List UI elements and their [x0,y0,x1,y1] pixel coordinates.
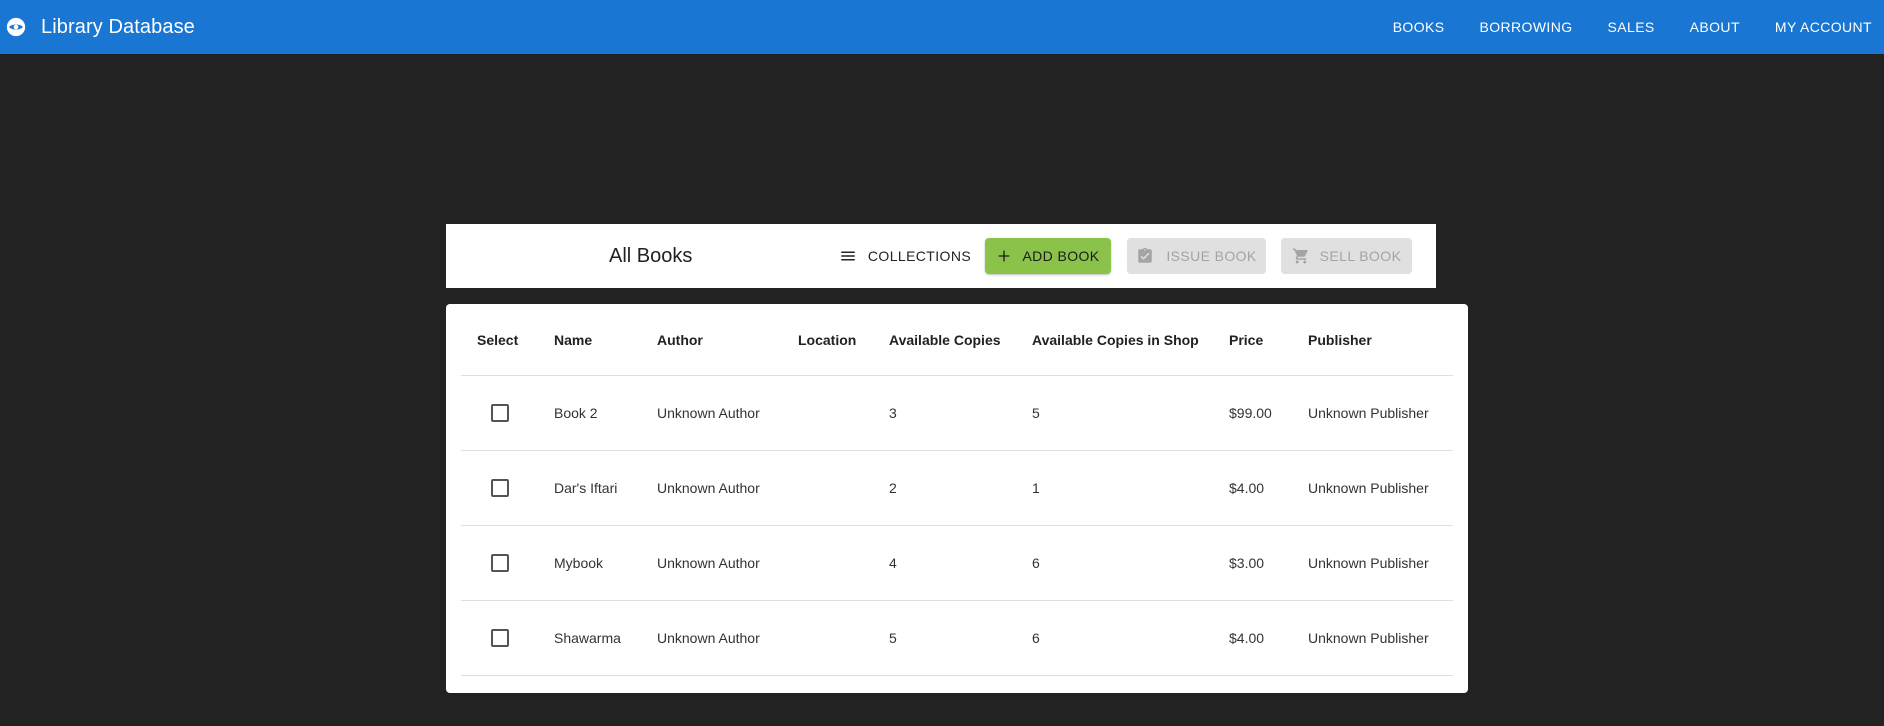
nav-about[interactable]: ABOUT [1690,19,1740,35]
row-select-cell [491,601,509,675]
nav-books[interactable]: BOOKS [1393,19,1445,35]
book-publisher: Unknown Publisher [1308,405,1429,421]
app-bar: Library Database BOOKS BORROWING SALES A… [0,0,1884,54]
header-select: Select [477,331,519,348]
row-select-cell [491,526,509,600]
app-title: Library Database [41,15,195,38]
eye-logo-icon [5,16,27,38]
book-publisher: Unknown Publisher [1308,630,1429,646]
table-row[interactable]: Mybook Unknown Author 4 6 $3.00 Unknown … [461,526,1453,601]
book-name: Mybook [554,555,604,571]
top-nav: BOOKS BORROWING SALES ABOUT MY ACCOUNT [1393,0,1884,54]
add-book-button[interactable]: ADD BOOK [985,238,1111,274]
header-price[interactable]: Price [1229,304,1263,375]
cart-icon [1292,247,1310,265]
sell-book-button[interactable]: SELL BOOK [1281,238,1412,274]
add-book-label: ADD BOOK [1022,248,1100,264]
book-shop-copies: 5 [1032,405,1040,421]
books-table: Select Name Author Location Available Co… [446,304,1468,693]
brand[interactable]: Library Database [0,0,195,54]
table-row[interactable]: Shawarma Unknown Author 5 6 $4.00 Unknow… [461,601,1453,676]
table-body: Select Name Author Location Available Co… [461,304,1453,676]
issue-book-button[interactable]: ISSUE BOOK [1127,238,1266,274]
issue-book-label: ISSUE BOOK [1166,248,1257,264]
book-available-copies: 5 [889,630,897,646]
nav-sales[interactable]: SALES [1608,19,1655,35]
book-available-copies: 3 [889,405,897,421]
row-select-cell [491,376,509,450]
clipboard-check-icon [1136,247,1154,265]
book-price: $99.00 [1229,405,1272,421]
book-author: Unknown Author [657,555,760,571]
book-author: Unknown Author [657,630,760,646]
header-available-copies[interactable]: Available Copies [889,304,1001,375]
table-header-row: Select Name Author Location Available Co… [461,304,1453,376]
page-title: All Books [609,245,693,267]
header-name[interactable]: Name [554,304,592,375]
row-checkbox[interactable] [491,629,509,647]
collections-button[interactable]: COLLECTIONS [835,238,975,274]
book-publisher: Unknown Publisher [1308,555,1429,571]
plus-icon [996,248,1012,264]
book-price: $3.00 [1229,555,1265,571]
book-author: Unknown Author [657,480,760,496]
row-checkbox[interactable] [491,404,509,422]
table-row[interactable]: Book 2 Unknown Author 3 5 $99.00 Unknown… [461,376,1453,451]
book-name: Book 2 [554,405,598,421]
book-shop-copies: 6 [1032,555,1040,571]
book-author: Unknown Author [657,405,760,421]
book-shop-copies: 1 [1032,480,1040,496]
book-available-copies: 2 [889,480,897,496]
book-name: Shawarma [554,630,621,646]
book-shop-copies: 6 [1032,630,1040,646]
table-row[interactable]: Dar's Iftari Unknown Author 2 1 $4.00 Un… [461,451,1453,526]
nav-borrowing[interactable]: BORROWING [1479,19,1572,35]
header-available-copies-in-shop[interactable]: Available Copies in Shop [1032,304,1199,375]
books-toolbar: All Books COLLECTIONS ADD BOOK ISSUE BOO… [446,224,1436,288]
sell-book-label: SELL BOOK [1319,248,1402,264]
book-name: Dar's Iftari [554,480,618,496]
row-checkbox[interactable] [491,479,509,497]
book-available-copies: 4 [889,555,897,571]
nav-my-account[interactable]: MY ACCOUNT [1775,19,1872,35]
row-checkbox[interactable] [491,554,509,572]
header-publisher[interactable]: Publisher [1308,304,1372,375]
book-price: $4.00 [1229,630,1265,646]
book-publisher: Unknown Publisher [1308,480,1429,496]
header-author[interactable]: Author [657,304,703,375]
row-select-cell [491,451,509,525]
menu-icon [839,247,857,265]
book-price: $4.00 [1229,480,1265,496]
collections-label: COLLECTIONS [867,248,972,264]
header-location[interactable]: Location [798,304,856,375]
